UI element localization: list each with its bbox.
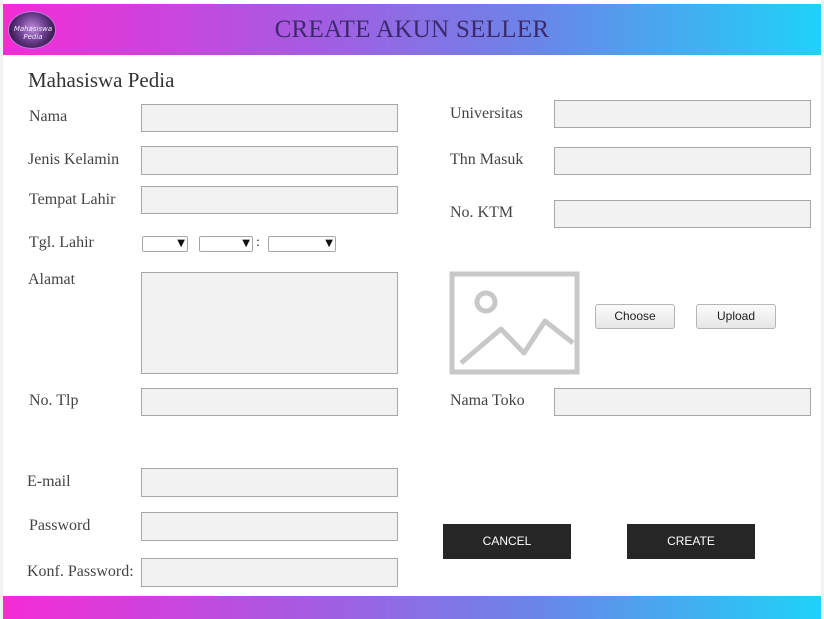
page-title: CREATE AKUN SELLER [274,16,550,43]
header-bar: CREATE AKUN SELLER Mahasiswa Pedia [3,4,821,55]
email-label: E-mail [27,473,71,490]
dropdown-arrow-icon: ▼ [177,238,185,249]
no-tlp-input[interactable] [141,388,398,416]
logo-text: Mahasiswa Pedia [13,25,53,41]
window-frame-left [0,0,3,619]
month-select[interactable]: ▼ [199,236,253,252]
thn-masuk-label: Thn Masuk [450,151,524,168]
konf-password-input[interactable] [141,558,398,587]
no-tlp-label: No. Tlp [29,392,79,409]
app-logo: Mahasiswa Pedia [8,11,56,49]
universitas-label: Universitas [450,105,523,122]
nama-toko-input[interactable] [554,388,811,416]
footer-bar [3,596,821,619]
nama-input[interactable] [141,104,398,132]
day-select[interactable]: ▼ [142,236,188,252]
tempat-lahir-label: Tempat Lahir [29,191,116,208]
password-input[interactable] [141,512,398,541]
nama-toko-label: Nama Toko [450,392,525,409]
upload-button[interactable]: Upload [696,304,776,329]
nama-label: Nama [29,108,68,125]
year-select[interactable]: ▼ [268,236,336,252]
email-input[interactable] [141,468,398,497]
jenis-kelamin-input[interactable] [141,146,398,175]
app-name: Mahasiswa Pedia [28,68,175,92]
dropdown-arrow-icon: ▼ [325,238,333,249]
choose-button[interactable]: Choose [595,304,675,329]
cancel-button[interactable]: CANCEL [443,524,571,559]
no-ktm-label: No. KTM [450,204,514,221]
password-label: Password [29,517,91,534]
thn-masuk-input[interactable] [554,147,811,175]
jenis-kelamin-label: Jenis Kelamin [28,151,120,168]
date-separator: : [256,235,260,250]
universitas-input[interactable] [554,100,811,128]
alamat-label: Alamat [28,271,76,288]
image-placeholder-icon [449,271,580,375]
tgl-lahir-label: Tgl. Lahir [29,234,94,251]
no-ktm-input[interactable] [554,200,811,228]
create-button[interactable]: CREATE [627,524,755,559]
konf-password-label: Konf. Password: [27,563,134,580]
tempat-lahir-input[interactable] [141,186,398,214]
alamat-textarea[interactable] [141,272,398,374]
dropdown-arrow-icon: ▼ [242,238,250,249]
